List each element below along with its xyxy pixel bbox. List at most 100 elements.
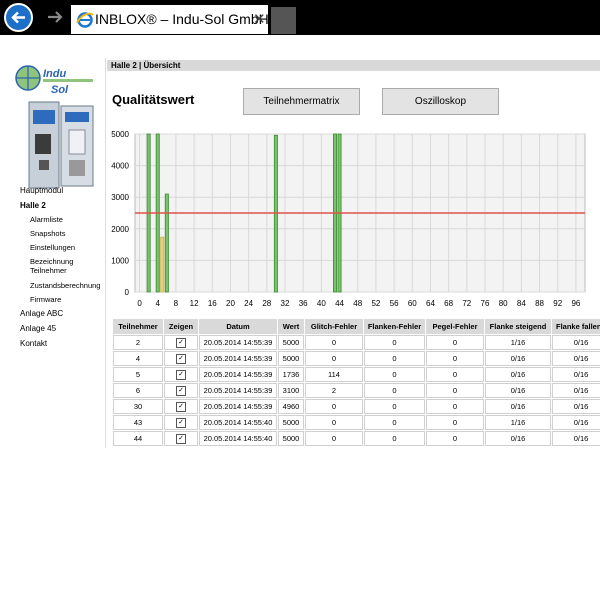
show-checkbox-cell[interactable]: ✓ (164, 399, 198, 414)
table-cell: 0/16 (552, 367, 600, 382)
browser-tab[interactable]: INBLOX® – Indu-Sol GmbH ✕ (71, 5, 269, 34)
table-cell: 0 (364, 399, 425, 414)
table-cell: 30 (113, 399, 163, 414)
nav-halle-2[interactable]: Halle 2 (20, 201, 46, 211)
column-header[interactable]: Flanken-Fehler (364, 319, 425, 334)
column-header[interactable]: Glitch-Fehler (305, 319, 363, 334)
column-header[interactable]: Pegel-Fehler (426, 319, 484, 334)
table-cell: 4 (113, 351, 163, 366)
x-tick-label: 60 (408, 299, 417, 308)
ie-icon (76, 12, 94, 28)
column-header[interactable]: Flanke steigend (485, 319, 551, 334)
nav-kontakt[interactable]: Kontakt (20, 339, 47, 349)
show-checkbox[interactable]: ✓ (176, 385, 186, 396)
x-tick-label: 64 (426, 299, 435, 308)
table-cell: 0/16 (552, 351, 600, 366)
column-header[interactable]: Wert (278, 319, 304, 334)
y-tick-label: 1000 (111, 256, 129, 265)
table-cell: 5000 (278, 431, 304, 446)
table-row: 44 ✓ 20.05.2014 14:55:40 5000 0 0 0 0/16 0/16 (113, 431, 600, 446)
show-checkbox-cell[interactable]: ✓ (164, 431, 198, 446)
x-tick-label: 16 (208, 299, 217, 308)
table-row: 6 ✓ 20.05.2014 14:55:39 3100 2 0 0 0/16 0/16 (113, 383, 600, 398)
y-tick-label: 3000 (111, 193, 129, 202)
x-tick-label: 0 (137, 299, 142, 308)
table-cell: 0/16 (552, 383, 600, 398)
nav-hauptmodul[interactable]: Hauptmodul (20, 186, 63, 196)
table-cell: 114 (305, 367, 363, 382)
x-tick-label: 88 (535, 299, 544, 308)
table-cell: 0 (305, 399, 363, 414)
forward-button[interactable] (45, 7, 65, 27)
nav-anlage-abc[interactable]: Anlage ABC (20, 309, 63, 319)
table-cell: 2 (305, 383, 363, 398)
column-header[interactable]: Teilnehmer (113, 319, 163, 334)
show-checkbox-cell[interactable]: ✓ (164, 383, 198, 398)
x-tick-label: 76 (481, 299, 490, 308)
table-row: 4 ✓ 20.05.2014 14:55:39 5000 0 0 0 0/16 0/16 (113, 351, 600, 366)
table-cell: 20.05.2014 14:55:39 (199, 383, 277, 398)
table-cell: 0 (426, 351, 484, 366)
table-cell: 5000 (278, 335, 304, 350)
nav-zustandsberechnung[interactable]: Zustandsberechnung (30, 281, 100, 291)
nav-anlage-45[interactable]: Anlage 45 (20, 324, 56, 334)
table-cell: 5000 (278, 351, 304, 366)
table-cell: 0/16 (552, 399, 600, 414)
y-tick-label: 0 (125, 288, 130, 297)
table-row: 30 ✓ 20.05.2014 14:55:39 4960 0 0 0 0/16 0/16 (113, 399, 600, 414)
x-tick-label: 28 (262, 299, 271, 308)
column-header[interactable]: Flanke fallend (552, 319, 600, 334)
nav-alarmliste[interactable]: Alarmliste (30, 215, 63, 225)
show-checkbox-cell[interactable]: ✓ (164, 335, 198, 350)
table-cell: 1/16 (485, 415, 551, 430)
table-cell: 0 (305, 335, 363, 350)
table-cell: 0 (426, 415, 484, 430)
back-button[interactable] (4, 3, 33, 32)
y-tick-label: 5000 (111, 130, 129, 139)
table-cell: 20.05.2014 14:55:39 (199, 335, 277, 350)
table-cell: 20.05.2014 14:55:39 (199, 351, 277, 366)
breadcrumb: Halle 2 | Übersicht (107, 60, 600, 71)
table-cell: 20.05.2014 14:55:39 (199, 399, 277, 414)
logo-text-bottom: Sol (51, 84, 69, 95)
close-tab-icon[interactable]: ✕ (253, 10, 266, 28)
indu-sol-logo: Indu Sol (15, 65, 93, 95)
table-cell: 0/16 (552, 431, 600, 446)
show-checkbox[interactable]: ✓ (176, 401, 186, 412)
nav-snapshots[interactable]: Snapshots (30, 229, 65, 239)
nav-einstellungen[interactable]: Einstellungen (30, 243, 75, 253)
show-checkbox[interactable]: ✓ (176, 369, 186, 380)
table-cell: 0 (305, 351, 363, 366)
x-tick-label: 92 (553, 299, 562, 308)
table-cell: 20.05.2014 14:55:40 (199, 431, 277, 446)
table-cell: 0/16 (552, 415, 600, 430)
show-checkbox[interactable]: ✓ (176, 353, 186, 364)
teilnehmermatrix-button[interactable]: Teilnehmermatrix (243, 88, 360, 115)
y-tick-label: 2000 (111, 225, 129, 234)
x-tick-label: 44 (335, 299, 344, 308)
page-title: Qualitätswert (112, 92, 195, 107)
nav-firmware[interactable]: Firmware (30, 295, 61, 305)
table-cell: 43 (113, 415, 163, 430)
table-cell: 5 (113, 367, 163, 382)
show-checkbox[interactable]: ✓ (176, 337, 186, 348)
tab-title: INBLOX® – Indu-Sol GmbH (95, 11, 269, 27)
inblox-device-image (25, 100, 97, 192)
column-header[interactable]: Datum (199, 319, 277, 334)
show-checkbox[interactable]: ✓ (176, 417, 186, 428)
browser-toolbar: INBLOX® – Indu-Sol GmbH ✕ (0, 0, 600, 35)
column-header[interactable]: Zeigen (164, 319, 198, 334)
show-checkbox-cell[interactable]: ✓ (164, 415, 198, 430)
new-tab-button[interactable] (271, 7, 296, 34)
oszilloskop-button[interactable]: Oszilloskop (382, 88, 499, 115)
show-checkbox-cell[interactable]: ✓ (164, 351, 198, 366)
x-tick-label: 84 (517, 299, 526, 308)
show-checkbox-cell[interactable]: ✓ (164, 367, 198, 382)
table-cell: 1/16 (485, 335, 551, 350)
table-row: 2 ✓ 20.05.2014 14:55:39 5000 0 0 0 1/16 0/16 (113, 335, 600, 350)
table-row: 43 ✓ 20.05.2014 14:55:40 5000 0 0 0 1/16 0/16 (113, 415, 600, 430)
show-checkbox[interactable]: ✓ (176, 433, 186, 444)
table-cell: 0 (426, 367, 484, 382)
table-cell: 0 (364, 351, 425, 366)
nav-teilnehmer[interactable]: Teilnehmer (30, 266, 67, 276)
